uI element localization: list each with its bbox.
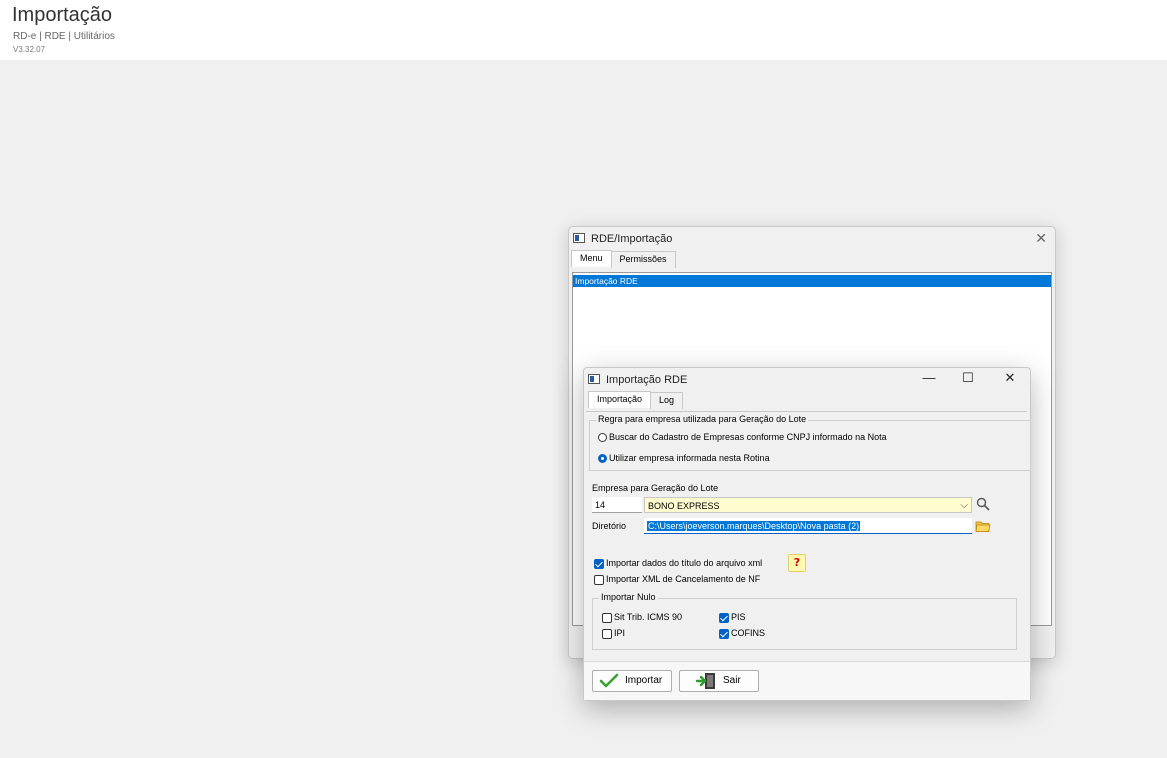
radio-buscar-cadastro[interactable] <box>598 433 607 442</box>
dialog-title: Importação RDE <box>606 374 688 386</box>
diretorio-field[interactable]: C:\Users\joeverson.marques\Desktop\Nova … <box>644 518 972 534</box>
minimize-icon[interactable]: — <box>914 370 944 385</box>
version-label: V3.32.07 <box>13 45 46 54</box>
empresa-code-field[interactable]: 14 <box>592 497 642 513</box>
importacao-panel: Regra para empresa utilizada para Geraçã… <box>586 411 1031 656</box>
ipi-checkbox[interactable] <box>602 629 612 639</box>
exit-door-icon <box>695 672 718 693</box>
list-item[interactable]: Importação RDE <box>573 275 1051 287</box>
page-header: Importação RD-e | RDE | Utilitários V3.3… <box>0 0 1167 60</box>
help-icon[interactable]: ? <box>788 554 806 572</box>
maximize-icon[interactable]: ☐ <box>953 370 983 386</box>
dialog-titlebar[interactable]: Importação RDE — ☐ ✕ <box>584 368 1030 392</box>
diretorio-label: Diretório <box>592 521 627 531</box>
tab-bar: Menu Permissões <box>571 250 676 268</box>
page-title: Importação <box>12 4 113 26</box>
importacao-rde-dialog: Importação RDE — ☐ ✕ Importação Log Regr… <box>583 367 1031 701</box>
ipi-label: IPI <box>614 628 626 638</box>
breadcrumb: RD-e | RDE | Utilitários <box>13 31 115 42</box>
radio-utilizar-empresa[interactable] <box>598 454 607 463</box>
sair-button[interactable]: Sair <box>679 670 759 692</box>
window-titlebar[interactable]: RDE/Importação ✕ <box>569 227 1055 251</box>
importar-titulo-checkbox[interactable] <box>594 559 604 569</box>
empresa-name-value: BONO EXPRESS <box>648 501 720 511</box>
importar-button-label: Importar <box>625 675 663 686</box>
folder-icon[interactable] <box>975 518 991 534</box>
empresa-label: Empresa para Geração do Lote <box>592 483 719 493</box>
importar-titulo-label: Importar dados do título do arquivo xml <box>606 558 763 568</box>
pis-label: PIS <box>731 612 746 622</box>
sair-button-label: Sair <box>723 675 741 686</box>
sit-trib-label: Sit Trib. ICMS 90 <box>614 612 683 622</box>
importar-nulo-legend: Importar Nulo <box>599 592 658 602</box>
radio-buscar-cadastro-label: Buscar do Cadastro de Empresas conforme … <box>609 432 887 442</box>
close-icon[interactable]: ✕ <box>1035 230 1047 247</box>
tab-menu[interactable]: Menu <box>571 250 612 267</box>
sit-trib-checkbox[interactable] <box>602 613 612 623</box>
app-icon <box>573 233 585 243</box>
checkmark-icon <box>599 673 619 692</box>
chevron-down-icon[interactable]: ⌵ <box>960 498 968 514</box>
dialog-footer: Importar Sair <box>584 661 1030 700</box>
tab-log[interactable]: Log <box>650 392 684 409</box>
rule-group-legend: Regra para empresa utilizada para Geraçã… <box>596 414 809 424</box>
dialog-tab-bar: Importação Log <box>588 391 684 409</box>
search-icon[interactable] <box>975 496 991 512</box>
cofins-label: COFINS <box>731 628 766 638</box>
window-title: RDE/Importação <box>591 233 673 245</box>
cofins-checkbox[interactable] <box>719 629 729 639</box>
empresa-name-select[interactable]: BONO EXPRESS ⌵ <box>644 497 972 513</box>
importar-cancelamento-label: Importar XML de Cancelamento de NF <box>606 574 761 584</box>
app-icon <box>588 374 600 384</box>
importar-button[interactable]: Importar <box>592 670 672 692</box>
pis-checkbox[interactable] <box>719 613 729 623</box>
tab-importacao[interactable]: Importação <box>588 391 652 408</box>
rule-group: Regra para empresa utilizada para Geraçã… <box>589 414 1031 471</box>
diretorio-value: C:\Users\joeverson.marques\Desktop\Nova … <box>647 521 861 531</box>
tab-permissoes[interactable]: Permissões <box>610 251 676 268</box>
importar-nulo-group: Importar Nulo Sit Trib. ICMS 90 IPI PIS … <box>592 592 1017 650</box>
close-icon[interactable]: ✕ <box>995 370 1025 386</box>
importar-cancelamento-checkbox[interactable] <box>594 575 604 585</box>
radio-utilizar-empresa-label: Utilizar empresa informada nesta Rotina <box>609 453 770 463</box>
